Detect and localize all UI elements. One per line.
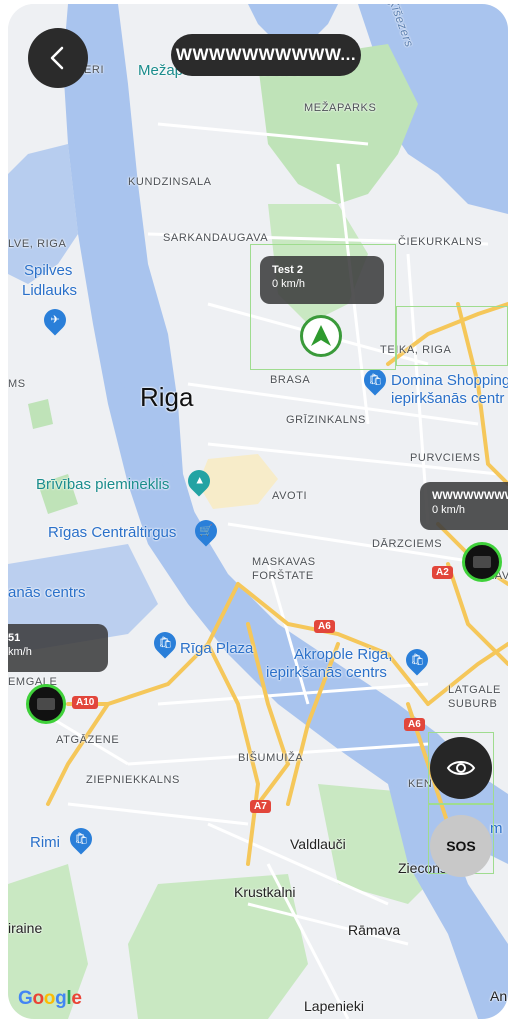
vehicle-card-51[interactable]: 51 km/h (8, 624, 108, 672)
map-label-iraine: iraine (8, 920, 43, 936)
map-label-darzciems: DĀRZCIEMS (372, 538, 443, 550)
vehicle-speed: 0 km/h (432, 504, 466, 516)
page-title: WWWWWWWWWW... (171, 34, 361, 76)
map-label-mezaparks: MEŽAPARKS (304, 102, 377, 114)
map-label-brivibas: Brīvības piemineklis (36, 476, 170, 493)
map-label-ziepniekkalns: ZIEPNIEKKALNS (86, 774, 180, 786)
map-label-lidlauks: Lidlauks (22, 282, 78, 299)
navigation-arrow-icon[interactable] (300, 315, 342, 357)
map-label-riga-plaza: Rīga Plaza (180, 640, 254, 657)
vehicle-card-wwww[interactable]: WWWWWWWW 0 km/h (420, 482, 508, 530)
map-label-latgale-1: LATGALE (448, 684, 501, 696)
app-screen: Ķīšezers Mežaparka Lielā estrāde ERI MEŽ… (8, 4, 508, 1019)
vehicle-marker-east[interactable] (462, 542, 502, 582)
map-label-domina-1: Domina Shopping (391, 372, 508, 389)
map-label-riga: Riga (140, 382, 194, 412)
sos-button[interactable]: SOS (430, 815, 492, 877)
map-label-centraltirgus: Rīgas Centrāltirgus (48, 524, 177, 541)
map-label-purvciems: PURVCIEMS (410, 452, 481, 464)
map-label-spilves: Spilves (24, 262, 73, 279)
vehicle-name: Test 2 (272, 264, 303, 276)
vehicle-speed: 0 km/h (272, 278, 306, 290)
map-label-bisumuiza: BIŠUMUIŽA (238, 752, 304, 764)
vehicle-selection-box-east (396, 306, 508, 366)
vehicle-marker-west[interactable] (26, 684, 66, 724)
map-label-anas-centrs: anās centrs (8, 584, 86, 601)
map-label-lve-riga: LVE, RIGA (8, 238, 67, 250)
map-label-kundzinsala: KUNDZINSALA (128, 176, 212, 188)
map-label-eri: ERI (84, 64, 105, 76)
map-label-krustkalni: Krustkalni (234, 884, 296, 900)
map-label-grizinkalns: GRĪZINKALNS (286, 414, 366, 426)
map-label-akropole-2: iepirkšanās centrs (266, 664, 387, 681)
map-label-brasa: BRASA (270, 374, 311, 386)
map-label-avoti: AVOTI (272, 490, 308, 502)
road-shield-a10: A10 (72, 696, 99, 709)
road-shield-a7: A7 (250, 800, 271, 813)
map-label-domina-2: iepirkšanās centr (391, 390, 505, 407)
map-label-lapenieki: Lapenieki (304, 998, 364, 1014)
tracker-device-icon (37, 698, 55, 710)
road-shield-a6: A6 (314, 620, 335, 633)
map-label-atgazene: ATGĀZENE (56, 734, 120, 746)
map-label-latgale-2: SUBURB (448, 698, 498, 710)
map-label-akropole-1: Akropole Riga, (294, 646, 393, 663)
map-label-ciekurkalns: ČIEKURKALNS (398, 236, 483, 248)
vehicle-name: WWWWWWWW (432, 490, 508, 502)
back-button[interactable] (28, 28, 88, 88)
vehicle-name: 51 (8, 632, 21, 644)
map-label-ramava: Rāmava (348, 922, 401, 938)
eye-icon (446, 761, 476, 775)
map-label-valdlauci: Valdlauči (290, 836, 346, 852)
visibility-toggle-button[interactable] (430, 737, 492, 799)
vehicle-speed: km/h (8, 646, 32, 658)
map-label-maskavas-1: MASKAVAS (252, 556, 316, 568)
map-label-rimi: Rimi (30, 834, 60, 851)
road-shield-a2: A2 (432, 566, 453, 579)
map-label-maskavas-2: FORŠTATE (252, 570, 314, 582)
tracker-device-icon (473, 556, 491, 568)
google-logo: Google (18, 988, 82, 1009)
chevron-left-icon (50, 46, 64, 70)
map-label-an: An (490, 988, 508, 1004)
map-label-sarkandaugava: SARKANDAUGAVA (163, 232, 269, 244)
road-shield-a6-east: A6 (404, 718, 425, 731)
map-label-ms: MS (8, 378, 26, 390)
vehicle-card-test2[interactable]: Test 2 0 km/h (260, 256, 384, 304)
